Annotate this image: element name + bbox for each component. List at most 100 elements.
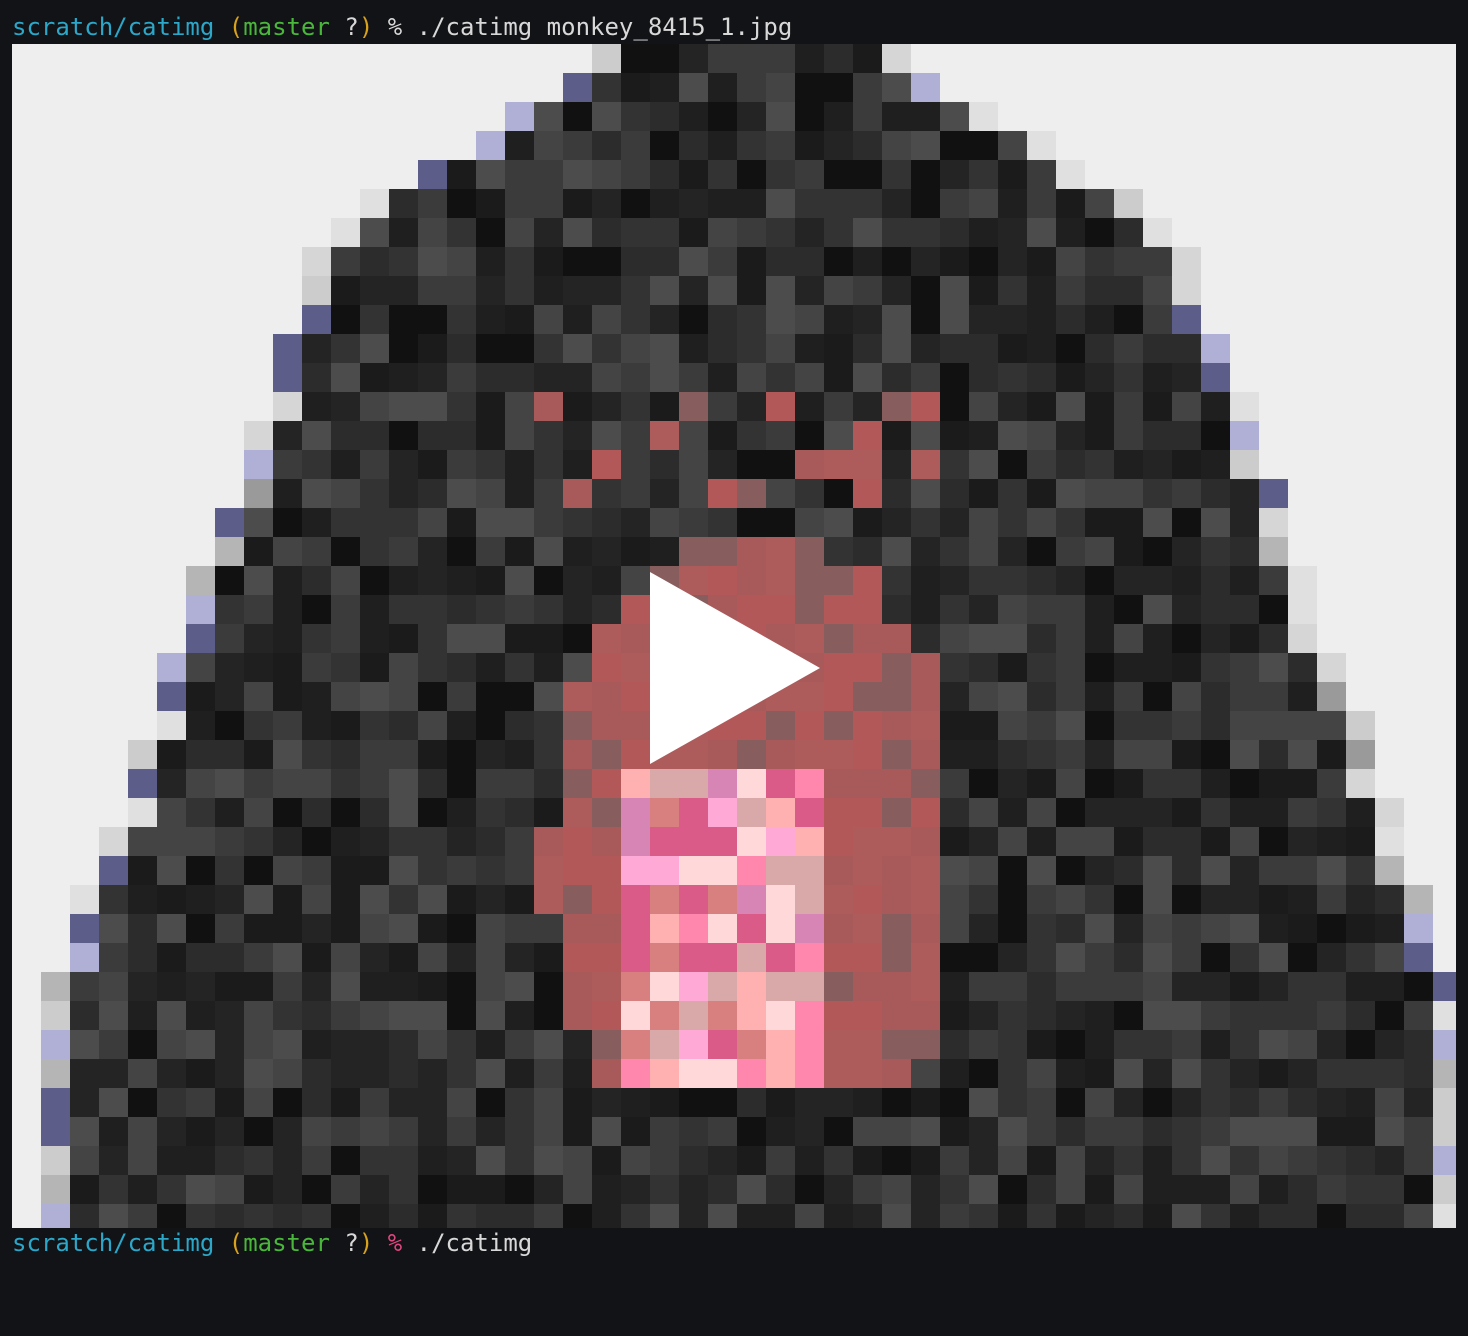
- pixel-cell: [505, 508, 534, 537]
- prompt-branch: master: [243, 13, 330, 41]
- pixel-cell: [1027, 798, 1056, 827]
- play-icon[interactable]: [650, 572, 820, 764]
- pixel-cell: [1056, 189, 1085, 218]
- pixel-cell: [1056, 1175, 1085, 1204]
- pixel-cell: [476, 711, 505, 740]
- prompt-line-current[interactable]: scratch/catimg (master ?) % ./catimg: [12, 1227, 532, 1259]
- pixel-cell: [853, 276, 882, 305]
- pixel-cell: [1114, 334, 1143, 363]
- pixel-cell: [244, 682, 273, 711]
- pixel-cell: [1230, 421, 1259, 450]
- pixel-cell: [679, 1117, 708, 1146]
- pixel-cell: [1201, 334, 1230, 363]
- pixel-cell: [476, 421, 505, 450]
- pixel-cell: [563, 827, 592, 856]
- pixel-cell: [766, 827, 795, 856]
- pixel-cell: [505, 566, 534, 595]
- pixel-cell: [1288, 1146, 1317, 1175]
- pixel-cell: [766, 218, 795, 247]
- pixel-cell: [534, 682, 563, 711]
- pixel-cell: [418, 305, 447, 334]
- pixel-cell: [824, 276, 853, 305]
- pixel-cell: [621, 1146, 650, 1175]
- pixel-cell: [302, 827, 331, 856]
- pixel-cell: [592, 1001, 621, 1030]
- pixel-cell: [99, 1059, 128, 1088]
- pixel-cell: [969, 1175, 998, 1204]
- pixel-cell: [1259, 856, 1288, 885]
- pixel-cell: [1172, 247, 1201, 276]
- terminal-window[interactable]: scratch/catimg (master ?) % ./catimg mon…: [0, 0, 1468, 1336]
- pixel-cell: [331, 624, 360, 653]
- pixel-cell: [1085, 653, 1114, 682]
- pixel-cell: [650, 827, 679, 856]
- pixel-cell: [360, 1030, 389, 1059]
- pixel-cell: [447, 943, 476, 972]
- pixel-cell: [766, 44, 795, 73]
- pixel-cell: [737, 189, 766, 218]
- pixel-cell: [969, 1088, 998, 1117]
- pixel-cell: [882, 421, 911, 450]
- pixel-cell: [389, 334, 418, 363]
- pixel-cell: [650, 856, 679, 885]
- pixel-cell: [1085, 334, 1114, 363]
- pixel-cell: [563, 392, 592, 421]
- pixel-cell: [766, 247, 795, 276]
- pixel-cell: [128, 972, 157, 1001]
- pixel-cell: [824, 247, 853, 276]
- pixel-cell: [1346, 711, 1375, 740]
- pixel-cell: [1143, 595, 1172, 624]
- pixel-cell: [1143, 392, 1172, 421]
- pixel-cell: [998, 218, 1027, 247]
- pixel-cell: [853, 102, 882, 131]
- pixel-cell: [708, 305, 737, 334]
- pixel-cell: [1056, 914, 1085, 943]
- pixel-cell: [1230, 1204, 1259, 1228]
- pixel-cell: [447, 1175, 476, 1204]
- pixel-cell: [1201, 1204, 1230, 1228]
- pixel-cell: [447, 305, 476, 334]
- pixel-cell: [1143, 972, 1172, 1001]
- pixel-cell: [737, 1117, 766, 1146]
- pixel-cell: [331, 392, 360, 421]
- pixel-cell: [418, 1204, 447, 1228]
- pixel-cell: [1056, 972, 1085, 1001]
- pixel-cell: [1085, 624, 1114, 653]
- pixel-cell: [273, 1088, 302, 1117]
- pixel-cell: [70, 1117, 99, 1146]
- pixel-cell: [1027, 218, 1056, 247]
- pixel-cell: [621, 305, 650, 334]
- pixel-cell: [853, 44, 882, 73]
- pixel-cell: [679, 508, 708, 537]
- pixel-cell: [940, 682, 969, 711]
- pixel-cell: [1085, 421, 1114, 450]
- pixel-cell: [766, 363, 795, 392]
- pixel-cell: [505, 972, 534, 1001]
- pixel-cell: [940, 972, 969, 1001]
- pixel-cell: [1056, 653, 1085, 682]
- pixel-cell: [766, 1059, 795, 1088]
- pixel-cell: [389, 885, 418, 914]
- pixel-cell: [534, 972, 563, 1001]
- pixel-cell: [447, 827, 476, 856]
- pixel-cell: [157, 1204, 186, 1228]
- pixel-cell: [621, 682, 650, 711]
- pixel-cell: [737, 218, 766, 247]
- pixel-cell: [273, 1001, 302, 1030]
- pixel-cell: [505, 276, 534, 305]
- prompt-command-input[interactable]: ./catimg: [417, 1229, 533, 1257]
- pixel-cell: [708, 189, 737, 218]
- pixel-cell: [969, 566, 998, 595]
- pixel-cell: [940, 1146, 969, 1175]
- pixel-cell: [418, 450, 447, 479]
- pixel-cell: [186, 682, 215, 711]
- pixel-cell: [737, 1059, 766, 1088]
- pixel-cell: [70, 1030, 99, 1059]
- pixel-cell: [708, 102, 737, 131]
- pixel-cell: [1201, 1059, 1230, 1088]
- pixel-cell: [795, 334, 824, 363]
- pixel-cell: [998, 1088, 1027, 1117]
- pixel-cell: [41, 1030, 70, 1059]
- pixel-cell: [273, 943, 302, 972]
- pixel-cell: [650, 1030, 679, 1059]
